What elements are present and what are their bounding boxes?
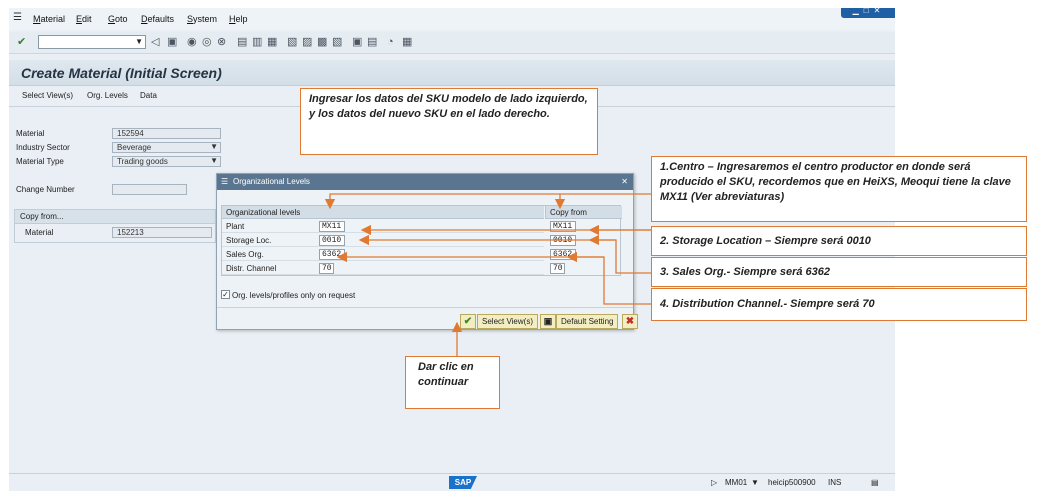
annotation-click-continue: Dar clic en continuar [405,356,500,409]
help-icon[interactable]: ◔ [387,35,394,49]
find-next-icon[interactable]: ▦ [267,35,277,49]
print-icon[interactable]: ▤ [237,35,247,49]
annotation-main-note: Ingresar los datos del SKU modelo de lad… [300,88,598,155]
chevron-down-icon[interactable]: ▼ [210,142,218,151]
save-icon[interactable]: ▣ [167,35,177,49]
menu-help[interactable]: Help [229,14,248,24]
menu-bar: ☰ Material Edit Goto Defaults System Hel… [9,8,895,30]
chevron-down-icon[interactable]: ▼ [751,478,759,487]
checkmark-icon: ✔ [463,316,473,327]
material-type-label: Material Type [16,157,64,166]
page-title: Create Material (Initial Screen) [21,65,222,81]
menu-system[interactable]: System [187,14,217,24]
next-page-icon[interactable]: ▩ [317,35,327,49]
menu-edit[interactable]: Edit [76,14,92,24]
change-number-label: Change Number [16,185,75,194]
industry-sector-label: Industry Sector [16,143,70,152]
data-link[interactable]: Data [140,91,157,100]
status-bar: SAP ▷ MM01 ▼ heicip500900 INS ▤ [9,473,895,491]
col-copy-from: Copy from [545,206,622,219]
dialog-title-bar: ☰ Organizational Levels ✕ [217,174,633,190]
server-name: heicip500900 [768,478,816,487]
row-sales-org-label: Sales Org. [222,248,544,261]
org-levels-table: Organizational levels Copy from Plant St… [221,205,622,276]
org-levels-checkbox[interactable]: ✓ [221,290,230,299]
col-org-levels: Organizational levels [222,206,544,219]
org-levels-checkbox-label: Org. levels/profiles only on request [232,291,356,300]
command-field[interactable]: ▼ [38,35,146,49]
change-number-field[interactable] [112,184,187,195]
row-storage-label: Storage Loc. [222,234,544,247]
shortcut-icon[interactable]: ▤ [367,35,377,49]
copy-material-label: Material [25,228,54,237]
dialog-separator [217,307,633,308]
dialog-window-icon: ☰ [221,177,229,186]
cancel-icon[interactable]: ⊗ [217,35,226,49]
copy-from-group: Copy from... Material 152213 [14,209,216,243]
menu-goto[interactable]: Goto [108,14,128,24]
play-icon[interactable]: ▷ [711,478,717,487]
title-bar: Create Material (Initial Screen) [9,60,895,86]
material-type-value: Trading goods [117,157,168,166]
sales-org-field[interactable]: 6362 [319,249,345,260]
insert-mode: INS [828,478,842,487]
back-arrow-icon[interactable]: ◁ [151,35,159,49]
layout-menu-icon[interactable]: ▦ [402,35,412,49]
material-label: Material [16,129,45,138]
material-field[interactable]: 152594 [112,128,221,139]
dialog-title: Organizational Levels [233,177,310,186]
plant-field[interactable]: MX11 [319,221,345,232]
org-levels-dialog: ☰ Organizational Levels ✕ Organizational… [216,173,638,330]
storage-loc-field[interactable]: 0010 [319,235,345,246]
row-plant-label: Plant [222,220,544,233]
org-levels-link[interactable]: Org. Levels [87,91,128,100]
new-session-icon[interactable]: ▣ [352,35,362,49]
previous-page-icon[interactable]: ▨ [302,35,312,49]
enter-icon[interactable]: ✔ [17,35,26,49]
copy-storage-loc-field[interactable]: 0010 [550,235,576,246]
select-views-button[interactable]: Select View(s) [477,314,538,329]
chevron-down-icon[interactable]: ▼ [210,156,218,165]
back-icon[interactable]: ◉ [187,35,197,49]
select-views-link[interactable]: Select View(s) [22,91,73,100]
industry-sector-value: Beverage [117,143,152,152]
annotation-distribution-channel: 4. Distribution Channel.- Siempre será 7… [651,288,1027,321]
copy-distr-channel-field[interactable]: 70 [550,263,565,274]
copy-from-title: Copy from... [20,212,64,221]
annotation-plant: 1.Centro – Ingresaremos el centro produc… [651,156,1027,222]
session-code: MM01 [725,478,748,487]
copy-from-header: Copy from... [15,210,215,224]
copy-material-field[interactable]: 152213 [112,227,212,238]
menu-material[interactable]: Material [33,14,65,24]
copy-sales-org-field[interactable]: 6362 [550,249,576,260]
copy-plant-field[interactable]: MX11 [550,221,576,232]
window-controls[interactable]: ▁□✕ [841,8,895,18]
default-setting-button[interactable]: Default Setting [556,314,619,329]
close-icon[interactable]: ✕ [621,174,628,190]
sap-logo: SAP [449,476,477,489]
first-page-icon[interactable]: ▧ [287,35,297,49]
menu-defaults[interactable]: Defaults [141,14,174,24]
cancel-x-icon: ✖ [625,316,635,327]
chevron-down-icon[interactable]: ▼ [135,37,143,46]
annotation-sales-org: 3. Sales Org.- Siempre será 6362 [651,257,1027,287]
industry-sector-select[interactable]: Beverage ▼ [112,142,221,153]
material-type-select[interactable]: Trading goods ▼ [112,156,221,167]
exit-icon[interactable]: ◎ [202,35,212,49]
continue-button[interactable]: ✔ [460,314,476,329]
connection-icon: ▤ [871,478,879,487]
default-setting-icon[interactable]: ▣ [540,314,556,329]
standard-toolbar: ✔ ▼ ◁ ▣ ◉ ◎ ⊗ ▤ ▥ ▦ ▧ ▨ ▩ ▧ ▣ ▤ ◔ ▦ [9,32,895,54]
distr-channel-field[interactable]: 70 [319,263,334,274]
row-distr-channel-label: Distr. Channel [222,262,544,275]
find-icon[interactable]: ▥ [252,35,262,49]
menu-icon[interactable]: ☰ [13,12,22,23]
annotation-storage-location: 2. Storage Location – Siempre será 0010 [651,226,1027,256]
last-page-icon[interactable]: ▧ [332,35,342,49]
cancel-button[interactable]: ✖ [622,314,638,329]
